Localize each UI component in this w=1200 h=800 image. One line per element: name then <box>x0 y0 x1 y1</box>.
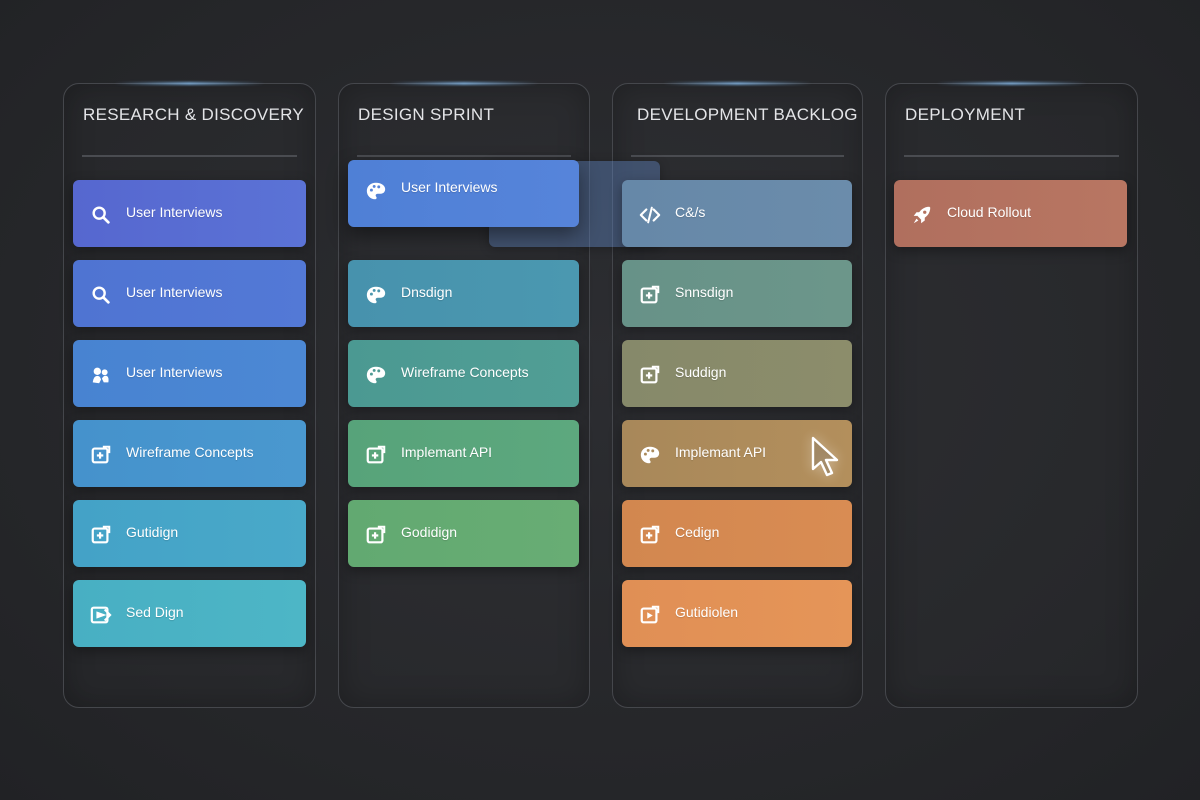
palette-icon <box>365 180 387 202</box>
rocket-icon <box>911 204 933 226</box>
column-glow <box>936 82 1087 85</box>
task-card[interactable]: Wireframe Concepts <box>73 420 306 487</box>
column-glow <box>389 82 539 85</box>
mouse-pointer-icon <box>810 435 844 479</box>
search-icon <box>90 204 112 226</box>
column-divider <box>631 155 844 157</box>
palette-icon <box>365 364 387 386</box>
task-card[interactable]: Dnsdign <box>348 260 579 327</box>
code-icon <box>639 204 661 226</box>
play-box-icon <box>639 604 661 626</box>
people-icon <box>90 364 112 386</box>
task-card[interactable]: Snnsdign <box>622 260 852 327</box>
task-card-label: Wireframe Concepts <box>401 363 529 380</box>
dragging-task-card[interactable]: User Interviews <box>348 160 579 227</box>
add-box-icon <box>365 524 387 546</box>
search-icon <box>90 284 112 306</box>
task-card-label: Sed Dign <box>126 603 184 620</box>
task-card[interactable]: Sed Dign <box>73 580 306 647</box>
task-card-label: User Interviews <box>126 283 223 300</box>
column-title: RESEARCH & DISCOVERY <box>83 105 305 124</box>
column-title: DESIGN SPRINT <box>358 105 495 124</box>
task-card-label: User Interviews <box>126 203 223 220</box>
task-card[interactable]: Cedign <box>622 500 852 567</box>
add-box-icon <box>639 284 661 306</box>
task-card-label: Implemant API <box>675 443 767 460</box>
task-card[interactable]: User Interviews <box>73 260 306 327</box>
add-box-icon <box>365 444 387 466</box>
task-card[interactable]: Wireframe Concepts <box>348 340 579 407</box>
add-box-icon <box>639 364 661 386</box>
kanban-board: RESEARCH & DISCOVERY DESIGN SPRINT DEVEL… <box>0 0 1200 800</box>
task-card[interactable]: User Interviews <box>73 180 306 247</box>
task-card[interactable]: Godidign <box>348 500 579 567</box>
task-card-label: User Interviews <box>401 178 498 195</box>
column-title: DEPLOYMENT <box>905 105 1026 124</box>
task-card[interactable]: Implemant API <box>348 420 579 487</box>
task-card-label: Implemant API <box>401 443 493 460</box>
column-deployment: DEPLOYMENT <box>885 82 1138 708</box>
task-card-label: Cloud Rollout <box>947 203 1032 220</box>
palette-icon <box>639 444 661 466</box>
add-box-icon <box>90 524 112 546</box>
column-title: DEVELOPMENT BACKLOG <box>637 105 858 124</box>
task-card[interactable]: C&/s <box>622 180 852 247</box>
task-card-label: User Interviews <box>126 363 223 380</box>
task-card-label: Wireframe Concepts <box>126 443 254 460</box>
add-box-icon <box>90 444 112 466</box>
column-divider <box>904 155 1119 157</box>
task-card[interactable]: Cloud Rollout <box>894 180 1127 247</box>
column-glow <box>114 82 265 85</box>
column-divider <box>357 155 571 157</box>
task-card-label: Gutidign <box>126 523 179 540</box>
task-card[interactable]: User Interviews <box>73 340 306 407</box>
task-card-label: Suddign <box>675 363 727 380</box>
add-box-icon <box>639 524 661 546</box>
task-card[interactable]: Suddign <box>622 340 852 407</box>
task-card-label: Snnsdign <box>675 283 734 300</box>
palette-icon <box>365 284 387 306</box>
column-divider <box>82 155 297 157</box>
task-card-label: Godidign <box>401 523 458 540</box>
task-card[interactable]: Gutidiolen <box>622 580 852 647</box>
task-card-label: Gutidiolen <box>675 603 739 620</box>
send-icon <box>90 604 112 626</box>
task-card[interactable]: Gutidign <box>73 500 306 567</box>
column-glow <box>662 82 813 85</box>
task-card-label: Cedign <box>675 523 720 540</box>
task-card-label: Dnsdign <box>401 283 453 300</box>
task-card-label: C&/s <box>675 203 706 220</box>
